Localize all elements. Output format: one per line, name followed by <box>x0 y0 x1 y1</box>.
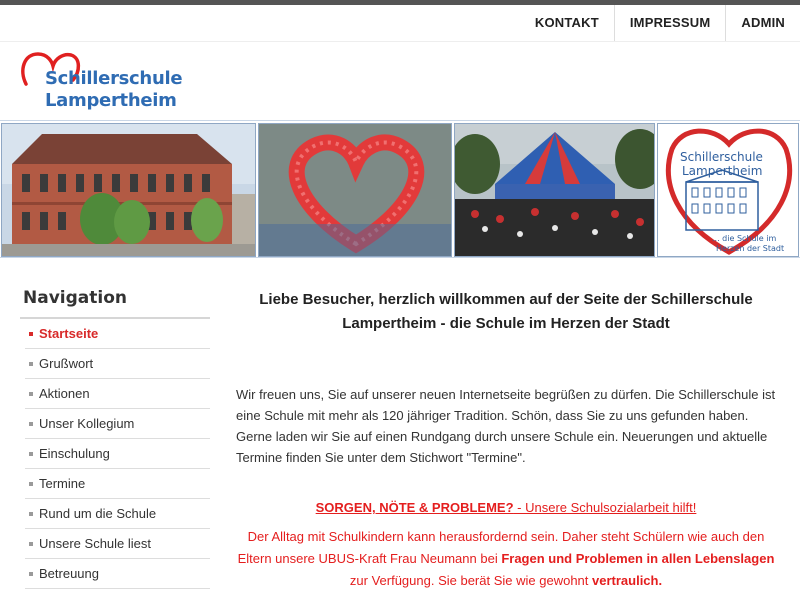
header-banner: Schillerschule Lampertheim ... die Schul… <box>0 120 800 258</box>
social-work-emphasis-1: Fragen und Problemen in allen Lebenslage… <box>501 551 775 566</box>
sidebar-item-aktionen[interactable]: Aktionen <box>25 379 210 409</box>
sidebar-item-termine[interactable]: Termine <box>25 469 210 499</box>
social-work-paragraph: Der Alltag mit Schulkindern kann herausf… <box>236 526 776 592</box>
circus-tent-photo <box>454 123 655 257</box>
nav-link-kontakt[interactable]: KONTAKT <box>520 5 614 41</box>
logo-image-caption-2: Lampertheim <box>682 164 763 178</box>
site-logo[interactable]: Schillerschule Lampertheim <box>18 50 183 112</box>
students-heart-photo <box>258 123 452 257</box>
logo-image-tagline-1: ... die Schule im <box>712 234 777 243</box>
nav-link-admin[interactable]: ADMIN <box>725 5 800 41</box>
sidebar-item-betreuung[interactable]: Betreuung <box>25 559 210 589</box>
sidebar-item-startseite[interactable]: Startseite <box>25 319 210 349</box>
logo-line-2: Lampertheim <box>45 90 177 111</box>
sidebar-nav: Startseite Grußwort Aktionen Unser Kolle… <box>25 319 210 589</box>
logo-image-caption-1: Schillerschule <box>680 150 763 164</box>
intro-paragraph: Wir freuen uns, Sie auf unserer neuen In… <box>236 387 776 465</box>
header-divider <box>0 41 800 42</box>
social-work-link[interactable]: - Unsere Schulsozialarbeit hilft! <box>514 500 696 515</box>
welcome-heading: Liebe Besucher, herzlich willkommen auf … <box>259 291 753 332</box>
sidebar-item-einschulung[interactable]: Einschulung <box>25 439 210 469</box>
school-building-photo <box>1 123 256 257</box>
sidebar-item-unsere-schule-liest[interactable]: Unsere Schule liest <box>25 529 210 559</box>
sidebar-item-rund-um-die-schule[interactable]: Rund um die Schule <box>25 499 210 529</box>
school-logo-image: Schillerschule Lampertheim ... die Schul… <box>657 123 799 257</box>
social-work-emphasis-2: vertraulich. <box>592 573 663 588</box>
social-work-notice: SORGEN, NÖTE & PROBLEME? - Unsere Schuls… <box>236 500 776 515</box>
social-work-text-2: zur Verfügung. Sie berät Sie wie gewohnt <box>349 573 592 588</box>
social-work-title-link[interactable]: SORGEN, NÖTE & PROBLEME? <box>316 500 514 515</box>
sidebar-item-kollegium[interactable]: Unser Kollegium <box>25 409 210 439</box>
sidebar-item-grusswort[interactable]: Grußwort <box>25 349 210 379</box>
sidebar: Navigation Startseite Grußwort Aktionen … <box>20 284 210 589</box>
logo-image-tagline-2: Herzen der Stadt <box>716 244 785 253</box>
nav-link-impressum[interactable]: IMPRESSUM <box>613 5 726 41</box>
logo-line-1: Schillerschule <box>45 68 183 89</box>
sidebar-title: Navigation <box>20 284 210 319</box>
top-navigation: KONTAKT IMPRESSUM ADMIN <box>520 5 800 41</box>
main-content: Liebe Besucher, herzlich willkommen auf … <box>236 288 776 592</box>
